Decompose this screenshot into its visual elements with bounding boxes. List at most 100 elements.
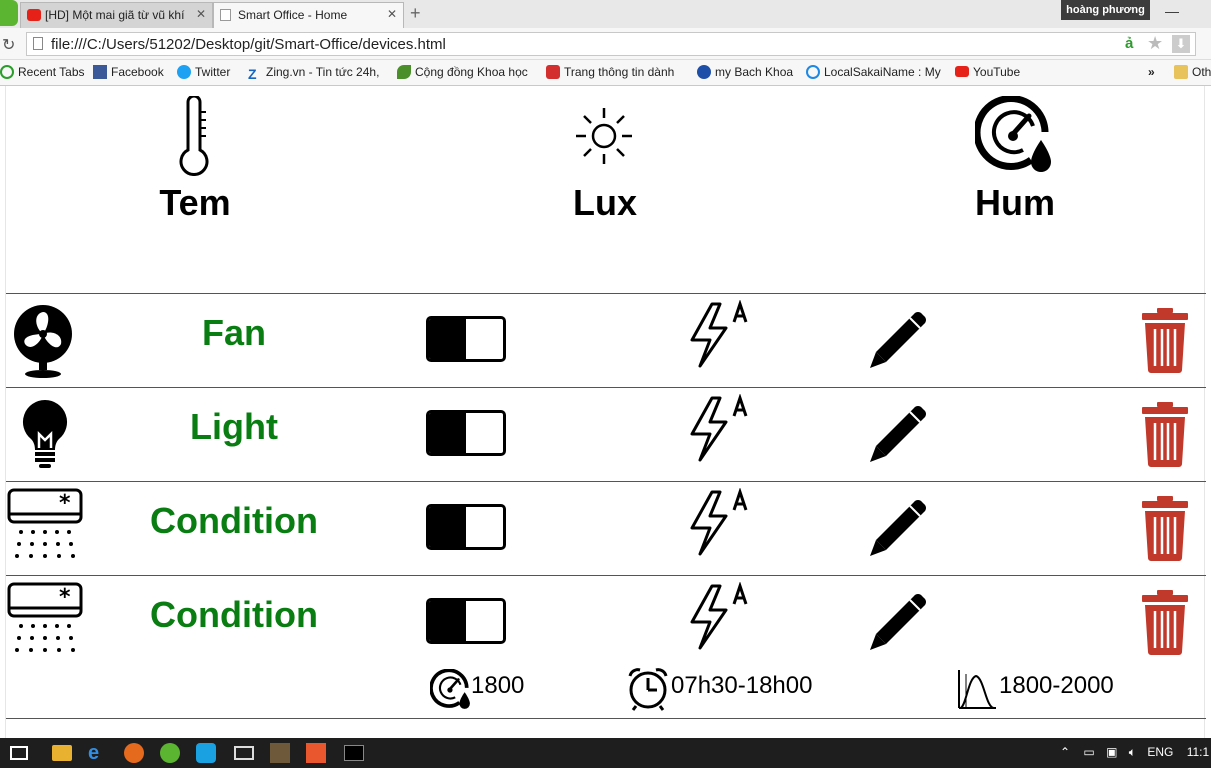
tab-youtube[interactable]: [HD] Một mai giã từ vũ khí ✕ <box>20 2 213 28</box>
delete-trash-icon[interactable] <box>1140 590 1190 656</box>
chevron-up-icon[interactable]: ⌃ <box>1060 745 1070 759</box>
bookmark-recent-tabs[interactable]: Recent Tabs <box>0 65 85 79</box>
air-conditioner-icon: * <box>7 582 83 660</box>
window-minimize-button[interactable]: — <box>1165 3 1211 23</box>
device-name-condition: Condition <box>150 594 318 635</box>
bookmark-star-icon[interactable]: ★ <box>1147 33 1163 54</box>
range-curve-icon <box>956 668 998 710</box>
air-conditioner-icon: * <box>7 488 83 566</box>
sun-icon <box>572 104 636 168</box>
edit-pencil-icon[interactable] <box>866 494 932 560</box>
thermometer-icon <box>174 96 214 176</box>
bookmark-cong-dong[interactable]: Cộng đồng Khoa học <box>397 65 528 79</box>
auto-mode-icon[interactable] <box>686 300 752 370</box>
clock[interactable]: 11:1 <box>1187 745 1209 759</box>
firefox-icon[interactable] <box>124 743 144 763</box>
row-divider <box>6 718 1206 719</box>
media-player-icon[interactable] <box>306 743 326 763</box>
row-divider <box>6 293 1206 294</box>
lightbulb-icon <box>21 398 69 470</box>
switch-knob <box>429 507 466 547</box>
sakai-icon <box>806 65 820 79</box>
edge-icon[interactable]: e <box>88 743 108 763</box>
humidity-gauge-icon <box>975 96 1055 176</box>
bookmarks-bar: Recent Tabs Facebook Twitter Z Zing.vn - … <box>0 60 1211 86</box>
coccoc-icon[interactable] <box>160 743 180 763</box>
devices-page: Tem Lux Hum Fan Light * Condition * Cond… <box>5 86 1206 738</box>
folder-icon <box>1174 65 1188 79</box>
device-name-condition: Condition <box>150 500 318 541</box>
volume-icon[interactable]: 🔈︎ <box>1129 745 1136 759</box>
auto-mode-icon[interactable] <box>686 582 752 652</box>
new-tab-button[interactable]: + <box>410 3 421 24</box>
bookmark-trang-thong-tin[interactable]: Trang thông tin dành <box>546 65 674 79</box>
task-view-icon[interactable] <box>10 746 28 760</box>
download-icon[interactable]: ⬇ <box>1172 35 1190 53</box>
bookmarks-overflow-button[interactable]: » <box>1148 65 1155 79</box>
system-tray: ⌃ ▭ ▣ 🔈︎ ENG 11:1 <box>1060 745 1209 760</box>
fan-icon <box>13 304 73 378</box>
device-value: 1800 <box>471 672 525 699</box>
edit-pencil-icon[interactable] <box>866 306 932 372</box>
zing-icon: Z <box>248 66 257 82</box>
url-field[interactable]: file:///C:/Users/51202/Desktop/git/Smart… <box>26 32 1196 56</box>
auto-mode-icon[interactable] <box>686 488 752 558</box>
fan-toggle-switch[interactable] <box>426 316 506 362</box>
twitter-icon <box>177 65 191 79</box>
extension-icon[interactable]: ả <box>1125 35 1133 52</box>
device-schedule: 07h30-18h00 <box>671 672 813 699</box>
switch-knob <box>429 601 466 641</box>
condition-toggle-switch[interactable] <box>426 504 506 550</box>
switch-knob <box>429 319 466 359</box>
svg-text:*: * <box>59 491 71 516</box>
windows-taskbar: e ⌃ ▭ ▣ 🔈︎ ENG 11:1 <box>0 738 1211 768</box>
bookmark-twitter[interactable]: Twitter <box>177 65 230 79</box>
leaf-icon <box>397 65 411 79</box>
condition-toggle-switch[interactable] <box>426 598 506 644</box>
facebook-icon <box>93 65 107 79</box>
tab-label: [HD] Một mai giã từ vũ khí <box>45 8 185 22</box>
browser-tab-bar: [HD] Một mai giã từ vũ khí ✕ Smart Offic… <box>0 0 1211 28</box>
network-icon[interactable]: ▣ <box>1106 745 1117 759</box>
delete-trash-icon[interactable] <box>1140 308 1190 374</box>
recent-tabs-icon <box>0 65 14 79</box>
skype-icon[interactable] <box>196 743 216 763</box>
profile-name[interactable]: hoàng phương <box>1061 0 1150 20</box>
delete-trash-icon[interactable] <box>1140 402 1190 468</box>
row-divider <box>6 575 1206 576</box>
bookmark-youtube[interactable]: YouTube <box>955 65 1020 79</box>
bookmark-zing[interactable]: Z Zing.vn - Tin tức 24h, <box>248 65 379 81</box>
sensor-label-hum: Hum <box>975 182 1055 223</box>
bookmark-my-bach-khoa[interactable]: my Bach Khoa <box>697 65 793 79</box>
language-indicator[interactable]: ENG <box>1147 745 1173 759</box>
file-explorer-icon[interactable] <box>52 745 72 761</box>
row-divider <box>6 481 1206 482</box>
auto-mode-icon[interactable] <box>686 394 752 464</box>
mail-icon[interactable] <box>234 746 254 760</box>
humidity-gauge-icon <box>430 669 472 711</box>
light-toggle-switch[interactable] <box>426 410 506 456</box>
edit-pencil-icon[interactable] <box>866 400 932 466</box>
device-name-fan: Fan <box>201 312 266 353</box>
browser-logo-icon <box>0 0 18 26</box>
bookmark-localsakai[interactable]: LocalSakaiName : My <box>806 65 941 79</box>
tab-smart-office[interactable]: Smart Office - Home ✕ <box>213 2 404 28</box>
url-text: file:///C:/Users/51202/Desktop/git/Smart… <box>51 36 446 53</box>
edit-pencil-icon[interactable] <box>866 588 932 654</box>
svg-text:*: * <box>59 585 71 610</box>
device-range: 1800-2000 <box>999 672 1114 699</box>
device-name-light: Light <box>190 406 278 447</box>
news-icon <box>546 65 560 79</box>
close-icon[interactable]: ✕ <box>192 7 206 21</box>
reload-icon[interactable]: ↻ <box>2 35 15 55</box>
bookmark-other[interactable]: Oth <box>1174 65 1211 79</box>
sensor-label-tem: Tem <box>159 182 231 223</box>
tab-label: Smart Office - Home <box>238 8 348 22</box>
photos-icon[interactable] <box>270 743 290 763</box>
youtube-icon <box>27 9 41 21</box>
close-icon[interactable]: ✕ <box>387 7 397 21</box>
bookmark-facebook[interactable]: Facebook <box>93 65 164 79</box>
battery-icon[interactable]: ▭ <box>1083 745 1094 759</box>
delete-trash-icon[interactable] <box>1140 496 1190 562</box>
command-prompt-icon[interactable] <box>344 745 364 761</box>
